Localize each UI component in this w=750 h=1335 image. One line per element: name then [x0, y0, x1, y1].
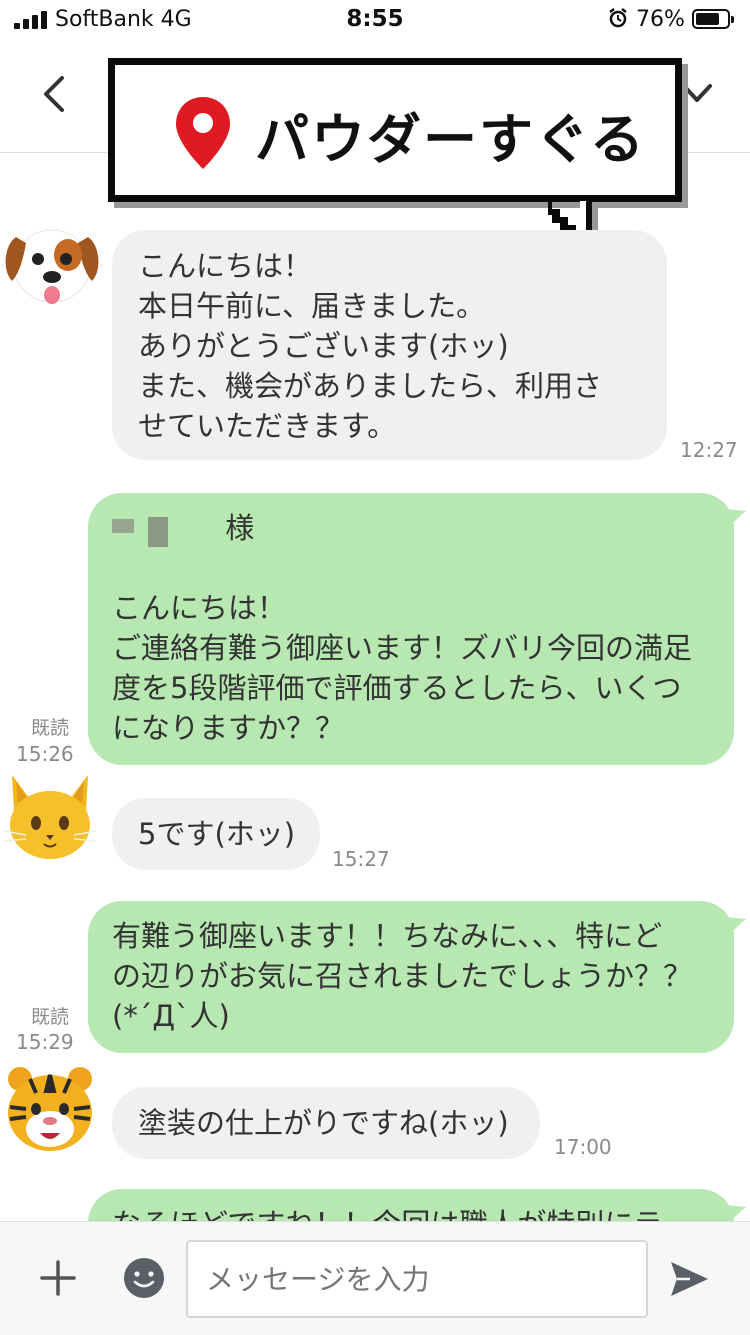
message-time: 17:00 [554, 1135, 612, 1159]
message-line: 有難う御座います！！ちなみに、、、特にど [112, 919, 663, 953]
recipient-line: 様 [112, 508, 710, 548]
message-line: こんにちは！ [112, 591, 287, 625]
message-line: なるほどですね！！今回は職人が特別にラ [112, 1204, 710, 1221]
message-bubble-incoming[interactable]: 塗装の仕上がりですね(ホッ) [112, 1087, 540, 1159]
tiger-emoji-avatar[interactable] [0, 1057, 100, 1157]
send-icon[interactable] [668, 1258, 710, 1300]
emoji-icon[interactable] [122, 1256, 166, 1300]
message-bubble-incoming[interactable]: 5です(ホッ) [112, 798, 320, 870]
dog-emoji-avatar[interactable] [2, 211, 102, 311]
message-line: 5です(ホッ) [138, 817, 296, 851]
message-time: 12:27 [680, 438, 738, 462]
redacted-name [112, 515, 202, 547]
plus-icon[interactable] [38, 1258, 78, 1298]
message-bubble-outgoing[interactable]: なるほどですね！！今回は職人が特別にラ [88, 1189, 734, 1221]
battery-percent: 76% [636, 7, 685, 32]
message-line: こんにちは！ [138, 249, 313, 283]
chevron-left-icon[interactable] [40, 74, 68, 114]
message-line: (*´Д`人) [112, 999, 230, 1033]
read-receipt: 既読 [30, 1006, 69, 1028]
message-time: 15:26 [16, 742, 74, 766]
chevron-down-icon[interactable] [680, 76, 714, 110]
message-bubble-outgoing[interactable]: 有難う御座います！！ちなみに、、、特にど の辺りがお気に召されましたでしょうか？… [88, 901, 734, 1053]
message-composer [0, 1221, 750, 1335]
message-bubble-outgoing[interactable]: 様 こんにちは！ ご連絡有難う御座います！ズバリ今回の満足 度を5段階評価で評価… [88, 493, 734, 765]
bubble-tail [724, 509, 746, 527]
message-line: ありがとうございます(ホッ) [138, 329, 509, 363]
message-line: になりますか？？ [112, 711, 345, 745]
message-line: 塗装の仕上がりですね(ホッ) [138, 1106, 509, 1140]
alarm-icon [609, 8, 627, 28]
message-time: 15:27 [332, 847, 390, 871]
message-line: せていただきます。 [138, 409, 397, 443]
message-input[interactable] [186, 1240, 648, 1318]
read-receipt: 既読 [30, 717, 69, 739]
message-time: 15:29 [16, 1030, 74, 1054]
battery-icon [692, 9, 734, 29]
status-bar: SoftBank 4G 8:55 76% [0, 0, 750, 40]
message-line: また、機会がありましたら、利用さ [138, 369, 603, 403]
cat-emoji-avatar[interactable] [0, 765, 100, 865]
message-line: の辺りがお気に召されましたでしょうか？？ [112, 959, 693, 993]
honorific: 様 [225, 511, 255, 545]
message-list[interactable]: こんにちは！ 本日午前に、届きました。 ありがとうございます(ホッ) また、機会… [0, 153, 750, 1221]
message-line: 本日午前に、届きました。 [138, 289, 486, 323]
message-line [112, 548, 710, 588]
message-line: 度を5段階評価で評価するとしたら、いくつ [112, 671, 682, 705]
message-line: ご連絡有難う御座います！ズバリ今回の満足 [112, 631, 693, 665]
bubble-tail [724, 1205, 746, 1221]
message-bubble-incoming[interactable]: こんにちは！ 本日午前に、届きました。 ありがとうございます(ホッ) また、機会… [112, 230, 667, 460]
bubble-tail [724, 917, 746, 935]
